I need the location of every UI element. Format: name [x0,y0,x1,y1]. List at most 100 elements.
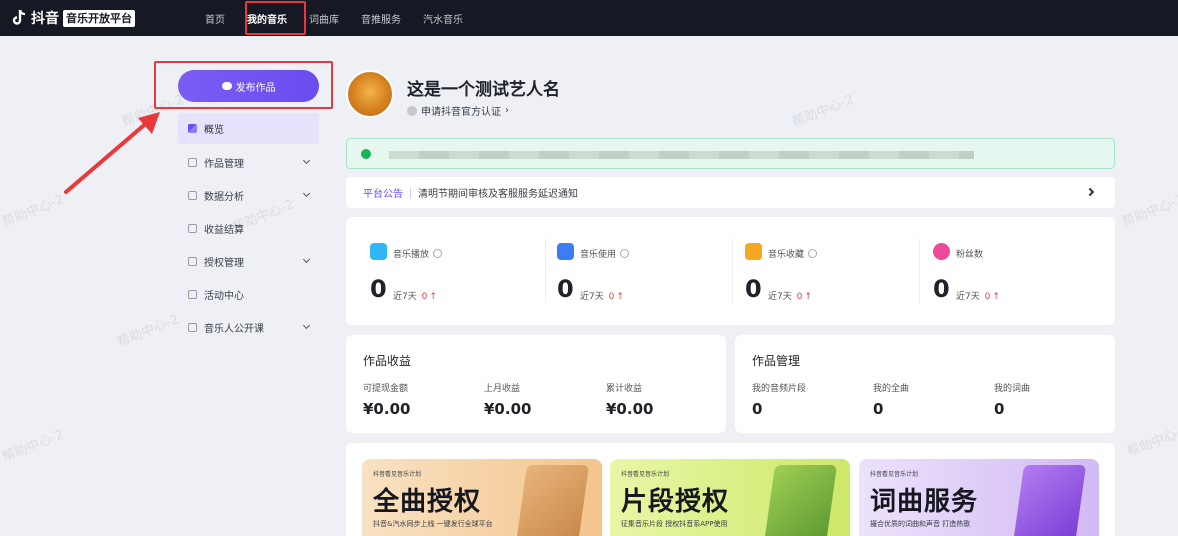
stat-week: 近7天 0 ↑ [768,292,812,302]
divider [410,187,411,198]
chevron-right-icon[interactable] [1085,187,1095,197]
metric-last-month: 上月收益 ¥0.00 [484,384,532,418]
stat-music-uses: 音乐使用 0 近7天 0 ↑ [533,217,720,325]
avatar[interactable] [346,70,394,118]
watermark: 帮助中心-2 [790,92,857,131]
grid-icon [188,124,197,133]
brand-logo[interactable]: 抖音 音乐开放平台 [12,7,135,29]
sidebar-item-label: 收益结算 [204,225,244,236]
key-icon [188,257,197,266]
sidebar-menu: 概览 作品管理 数据分析 收益结算 授权管理 活动中心 音乐人公开课 [178,113,319,344]
watermark: 帮助中心-2 [1125,422,1178,461]
play-icon [188,323,197,332]
star-icon [745,243,762,260]
success-notice-bar [346,138,1115,169]
arrow-up-icon: ↑ [429,292,437,302]
arrow-up-icon: ↑ [804,292,812,302]
stat-week: 近7天 0 ↑ [393,292,437,302]
chevron-down-icon [302,321,311,330]
redacted-notice-text [389,151,974,159]
chevron-right-icon: › [505,105,509,116]
sidebar-item-label: 作品管理 [204,159,244,170]
douyin-logo-icon [12,9,26,25]
check-circle-icon [361,149,371,159]
metric-withdrawable: 可提现金额 ¥0.00 [363,384,411,418]
metric-full-songs[interactable]: 我的全曲 0 [873,381,909,418]
stat-label: 音乐收藏 [768,247,818,260]
verified-badge-icon [407,105,417,116]
sidebar-item-events[interactable]: 活动中心 [178,278,319,311]
stat-week: 近7天 0 ↑ [580,292,624,302]
announcement-text: 清明节期间审核及客服服务延迟通知 [418,189,578,200]
banner-title: 片段授权 [621,487,730,517]
card-title: 作品管理 [752,354,801,368]
sidebar-item-overview[interactable]: 概览 [178,113,319,144]
chevron-down-icon [302,255,311,264]
info-icon[interactable] [808,249,818,258]
sidebar-item-authorization[interactable]: 授权管理 [178,245,319,278]
top-nav-bar: 抖音 音乐开放平台 首页 我的音乐 词曲库 音推服务 汽水音乐 [0,0,1178,36]
document-icon [188,158,197,167]
video-camera-icon [557,243,574,260]
bar-chart-icon [188,191,197,200]
stat-week: 近7天 0 ↑ [956,292,1000,302]
sidebar-item-label: 授权管理 [204,258,244,269]
banner-subtitle: 征集音乐片段 授权抖音系APP使用 [621,520,728,528]
nav-promotion-service[interactable]: 音推服务 [361,11,401,26]
publish-highlight-box [154,61,333,109]
stat-value: 0 [933,275,950,303]
nav-qishui-music[interactable]: 汽水音乐 [423,11,463,26]
banner-title: 全曲授权 [373,487,482,517]
arrow-up-icon: ↑ [616,292,624,302]
verify-label: 申请抖音官方认证 [421,107,501,118]
watermark: 帮助中心-2 [0,192,67,231]
announcement-tag: 平台公告 [363,189,403,200]
metric-total-income: 累计收益 ¥0.00 [606,384,654,418]
banner-tag: 抖音看见音乐计划 [621,471,670,478]
sidebar-item-analytics[interactable]: 数据分析 [178,179,319,212]
decorative-3d-icon [516,465,590,536]
sidebar-item-label: 音乐人公开课 [204,324,264,335]
nav-home[interactable]: 首页 [205,11,225,26]
sidebar-item-works[interactable]: 作品管理 [178,146,319,179]
arrow-up-icon: ↑ [992,292,1000,302]
decorative-3d-icon [1013,465,1087,536]
chevron-down-icon [302,189,311,198]
verify-link[interactable]: 申请抖音官方认证 › [407,103,509,118]
chevron-down-icon [302,156,311,165]
nav-song-library[interactable]: 词曲库 [309,11,339,26]
brand-name: 抖音 [31,11,59,27]
info-icon[interactable] [433,249,443,258]
annotation-arrow-icon [64,112,160,194]
info-icon[interactable] [620,249,630,258]
banner-title: 词曲服务 [870,487,979,517]
banner-lyrics-service[interactable]: 抖音看见音乐计划 词曲服务 撮合优质的词曲和声音 打造热歌 [859,459,1099,536]
stat-label: 音乐使用 [580,247,630,260]
banner-clip-license[interactable]: 抖音看见音乐计划 片段授权 征集音乐片段 授权抖音系APP使用 [610,459,850,536]
metric-audio-clips[interactable]: 我的音频片段 0 [752,381,806,418]
banner-full-song-license[interactable]: 抖音看见音乐计划 全曲授权 抖音&汽水同步上线 一键发行全球平台 [362,459,602,536]
nav-highlight-box [245,1,306,35]
sidebar-item-label: 数据分析 [204,192,244,203]
banner-tag: 抖音看见音乐计划 [870,471,919,478]
income-card: 作品收益 可提现金额 ¥0.00 上月收益 ¥0.00 累计收益 ¥0.00 [346,335,726,433]
calendar-icon [188,290,197,299]
wallet-icon [188,224,197,233]
sidebar-item-settlement[interactable]: 收益结算 [178,212,319,245]
stats-panel: 音乐播放 0 近7天 0 ↑ 音乐使用 0 近7天 0 ↑ 音乐收藏 0 近7天 0… [346,217,1115,325]
stat-label: 粉丝数 [956,250,984,260]
artist-name: 这是一个测试艺人名 [407,80,560,100]
sidebar-item-label: 概览 [204,125,224,136]
platform-announcement[interactable]: 平台公告 清明节期间审核及客服服务延迟通知 [346,177,1115,208]
stat-music-plays: 音乐播放 0 近7天 0 ↑ [346,217,533,325]
banner-section: 抖音看见音乐计划 全曲授权 抖音&汽水同步上线 一键发行全球平台 抖音看见音乐计… [346,443,1115,536]
works-card: 作品管理 我的音频片段 0 我的全曲 0 我的词曲 0 [735,335,1115,433]
decorative-3d-icon [764,465,838,536]
sidebar-item-label: 活动中心 [204,291,244,302]
stat-label: 音乐播放 [393,247,443,260]
user-icon [933,243,950,260]
metric-lyrics[interactable]: 我的词曲 0 [994,381,1030,418]
sidebar-item-open-class[interactable]: 音乐人公开课 [178,311,319,344]
stat-value: 0 [745,275,762,303]
banner-subtitle: 抖音&汽水同步上线 一键发行全球平台 [373,520,493,528]
